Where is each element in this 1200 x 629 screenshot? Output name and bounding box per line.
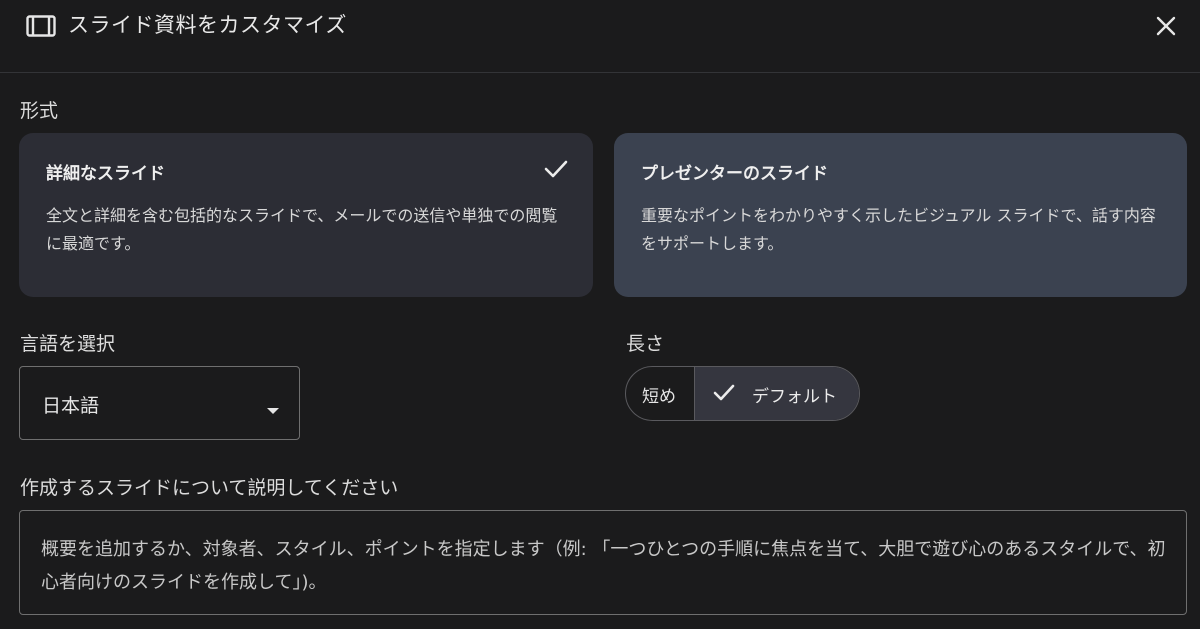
dialog-title: スライド資料をカスタマイズ: [68, 13, 347, 37]
format-option-description: 全文と詳細を含む包括的なスライドで、メールでの送信や単独での閲覧に最適です。: [46, 206, 558, 253]
format-option-detailed[interactable]: 詳細なスライド 全文と詳細を含む包括的なスライドで、メールでの送信や単独での閲覧…: [19, 133, 593, 297]
length-option-default[interactable]: デフォルト: [695, 367, 859, 420]
dialog-header: スライド資料をカスタマイズ: [0, 0, 1200, 73]
description-textarea[interactable]: 概要を追加するか、対象者、スタイル、ポイントを指定します（例: 「一つひとつの手…: [19, 510, 1187, 615]
format-option-title: 詳細なスライド: [46, 164, 165, 184]
length-toggle-group: 短め デフォルト: [625, 366, 860, 421]
format-label: 形式: [20, 100, 59, 122]
language-select-value: 日本語: [42, 395, 100, 417]
customize-slides-dialog: スライド資料をカスタマイズ 形式 詳細なスライド 全文と詳細を含む包括的なスライ…: [0, 0, 1200, 629]
dropdown-caret-icon: [266, 400, 280, 419]
language-select[interactable]: 日本語: [19, 366, 300, 440]
format-option-presenter[interactable]: プレゼンターのスライド 重要なポイントをわかりやすく示したビジュアル スライドで…: [614, 133, 1187, 297]
length-label: 長さ: [626, 333, 665, 355]
check-icon: [543, 158, 569, 184]
length-option-short[interactable]: 短め: [626, 367, 695, 420]
description-placeholder: 概要を追加するか、対象者、スタイル、ポイントを指定します（例: 「一つひとつの手…: [41, 539, 1166, 593]
check-icon: [712, 383, 736, 407]
slides-icon: [26, 15, 56, 41]
language-label: 言語を選択: [20, 333, 116, 355]
close-icon: [1156, 16, 1176, 36]
length-option-label: デフォルト: [752, 387, 837, 407]
close-button[interactable]: [1152, 12, 1180, 40]
description-label: 作成するスライドについて説明してください: [20, 477, 399, 499]
length-option-label: 短め: [642, 387, 676, 407]
format-option-title: プレゼンターのスライド: [641, 164, 828, 184]
format-option-description: 重要なポイントをわかりやすく示したビジュアル スライドで、話す内容をサポートしま…: [641, 206, 1156, 253]
